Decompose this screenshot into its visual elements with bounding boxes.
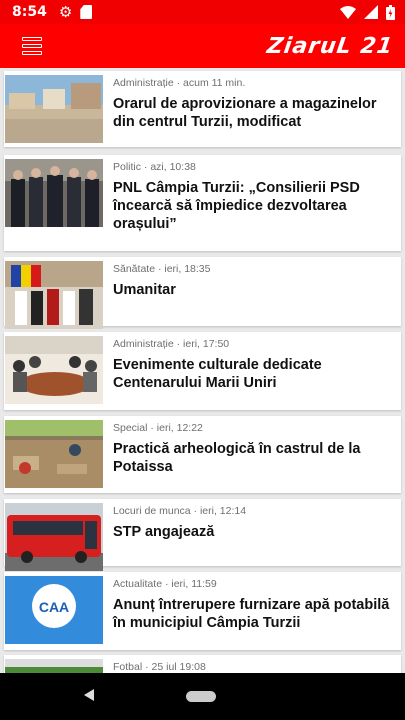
menu-icon[interactable] bbox=[22, 37, 42, 55]
settings-notification-icon: ⚙ bbox=[58, 3, 73, 21]
back-icon[interactable] bbox=[84, 689, 94, 701]
sd-card-icon bbox=[80, 5, 93, 19]
article-title[interactable]: Orarul de aprovizionare a magazinelor di… bbox=[113, 95, 399, 131]
signal-icon bbox=[364, 5, 378, 19]
article-meta: Administrație · ieri, 17:50 bbox=[113, 338, 230, 350]
article-title[interactable]: Anunț întrerupere furnizare apă potabilă… bbox=[113, 596, 399, 632]
wifi-icon bbox=[340, 5, 356, 19]
article-meta: Actualitate · ieri, 11:59 bbox=[113, 578, 217, 590]
article-card[interactable]: Fotbal · 25 iul 19:08 bbox=[4, 655, 401, 673]
svg-text:CAA: CAA bbox=[39, 599, 69, 615]
system-nav-bar bbox=[0, 673, 405, 720]
article-card[interactable]: Special · ieri, 12:22 Practică arheologi… bbox=[4, 416, 401, 493]
battery-icon bbox=[386, 4, 395, 20]
article-meta: Locuri de munca · ieri, 12:14 bbox=[113, 505, 247, 517]
article-card[interactable]: Administrație · acum 11 min. Orarul de a… bbox=[4, 71, 401, 147]
article-card[interactable]: Sănătate · ieri, 18:35 Umanitar bbox=[4, 257, 401, 329]
article-feed[interactable]: Administrație · acum 11 min. Orarul de a… bbox=[0, 68, 405, 673]
status-time: 8:54 bbox=[12, 4, 47, 20]
article-card[interactable]: Administrație · ieri, 17:50 Evenimente c… bbox=[4, 332, 401, 410]
article-thumbnail bbox=[5, 336, 103, 404]
article-meta: Politic · azi, 10:38 bbox=[113, 161, 196, 173]
article-thumbnail bbox=[5, 503, 103, 571]
article-thumbnail bbox=[5, 75, 103, 143]
article-meta: Fotbal · 25 iul 19:08 bbox=[113, 661, 206, 673]
article-title[interactable]: Evenimente culturale dedicate Centenarul… bbox=[113, 356, 399, 392]
article-thumbnail bbox=[5, 659, 103, 673]
article-thumbnail: CAA bbox=[5, 576, 103, 644]
article-card[interactable]: Politic · azi, 10:38 PNL Câmpia Turzii: … bbox=[4, 155, 401, 251]
app-bar: ZiaruL 21 bbox=[0, 24, 405, 68]
app-logo: ZiaruL 21 bbox=[265, 33, 395, 59]
article-title[interactable]: Umanitar bbox=[113, 281, 399, 299]
article-meta: Special · ieri, 12:22 bbox=[113, 422, 203, 434]
article-thumbnail bbox=[5, 261, 103, 329]
article-meta: Administrație · acum 11 min. bbox=[113, 77, 246, 89]
status-bar: 8:54 ⚙ bbox=[0, 0, 405, 24]
home-icon[interactable] bbox=[186, 691, 216, 702]
article-title[interactable]: PNL Câmpia Turzii: „Consilierii PSD înce… bbox=[113, 179, 399, 233]
article-meta: Sănătate · ieri, 18:35 bbox=[113, 263, 211, 275]
article-title[interactable]: STP angajează bbox=[113, 523, 399, 541]
article-card[interactable]: CAA Actualitate · ieri, 11:59 Anunț într… bbox=[4, 572, 401, 650]
article-title[interactable]: Practică arheologică în castrul de la Po… bbox=[113, 440, 399, 476]
article-thumbnail bbox=[5, 159, 103, 227]
article-card[interactable]: Locuri de munca · ieri, 12:14 STP angaje… bbox=[4, 499, 401, 571]
article-thumbnail bbox=[5, 420, 103, 488]
